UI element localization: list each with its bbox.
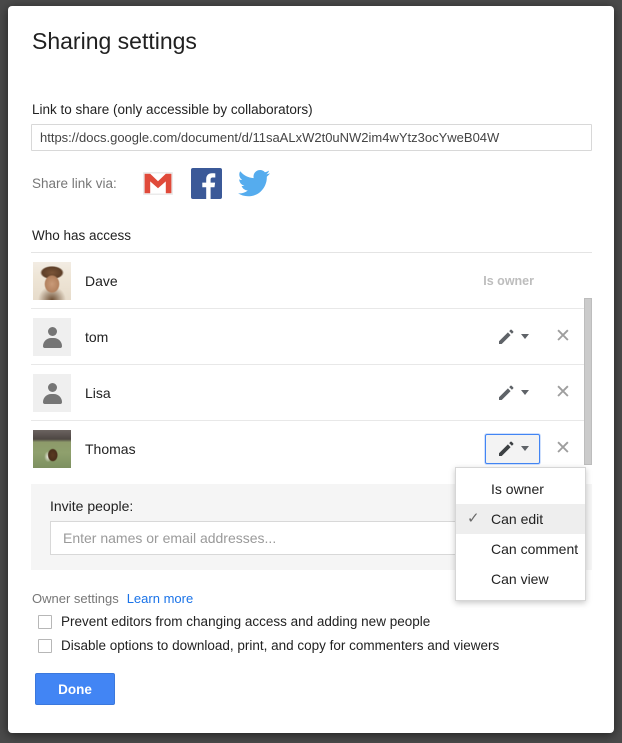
prevent-editors-checkbox[interactable] xyxy=(38,614,52,629)
permission-dropdown-button[interactable] xyxy=(485,378,540,408)
who-has-access-label: Who has access xyxy=(32,228,132,243)
table-row: Lisa ✕ xyxy=(31,365,592,421)
chevron-down-icon xyxy=(520,334,529,339)
collaborator-name: Lisa xyxy=(85,384,111,401)
social-share-buttons xyxy=(141,166,271,200)
chevron-down-icon xyxy=(520,390,529,395)
facebook-icon[interactable] xyxy=(189,166,223,200)
check-icon: ✓ xyxy=(467,510,480,527)
page-title: Sharing settings xyxy=(32,28,197,54)
owner-settings-row: Owner settings Learn more xyxy=(32,591,193,606)
access-list-container: Dave Is owner tom ✕ Lisa ✕ Thomas ✕ xyxy=(31,252,592,474)
remove-collaborator-button[interactable]: ✕ xyxy=(546,432,580,466)
pencil-icon xyxy=(498,385,513,400)
table-row: Dave Is owner xyxy=(31,253,592,309)
permission-dropdown-button[interactable] xyxy=(485,322,540,352)
menu-item-can-comment[interactable]: Can comment xyxy=(456,534,585,564)
menu-item-label: Can edit xyxy=(491,511,544,527)
link-to-share-label: Link to share (only accessible by collab… xyxy=(32,102,313,117)
avatar xyxy=(33,373,71,412)
menu-item-is-owner[interactable]: Is owner xyxy=(456,474,585,504)
menu-item-label: Is owner xyxy=(491,481,544,497)
gmail-icon[interactable] xyxy=(141,166,175,200)
table-row: tom ✕ xyxy=(31,309,592,365)
owner-setting-checkbox-row-1: Prevent editors from changing access and… xyxy=(38,614,430,629)
prevent-editors-label: Prevent editors from changing access and… xyxy=(61,614,431,629)
scrollbar-track[interactable] xyxy=(584,253,592,474)
scrollbar-thumb[interactable] xyxy=(584,298,592,465)
menu-item-label: Can view xyxy=(491,571,549,587)
owner-setting-checkbox-row-2: Disable options to download, print, and … xyxy=(38,638,499,653)
collaborator-name: tom xyxy=(85,328,109,345)
share-link-via-label: Share link via: xyxy=(32,176,117,191)
collaborator-name: Dave xyxy=(85,272,118,289)
avatar xyxy=(33,429,71,468)
status-badge: Is owner xyxy=(483,273,534,288)
disable-download-label: Disable options to download, print, and … xyxy=(61,638,500,653)
chevron-down-icon xyxy=(520,446,529,451)
learn-more-link[interactable]: Learn more xyxy=(127,591,193,606)
avatar xyxy=(33,317,71,356)
menu-item-can-edit[interactable]: ✓ Can edit xyxy=(456,504,585,534)
pencil-icon xyxy=(498,329,513,344)
done-button[interactable]: Done xyxy=(35,673,115,705)
remove-collaborator-button[interactable]: ✕ xyxy=(546,376,580,410)
remove-collaborator-button[interactable]: ✕ xyxy=(546,320,580,354)
permission-dropdown-button-active[interactable] xyxy=(485,433,540,464)
invite-people-label: Invite people: xyxy=(50,498,134,514)
permission-menu: Is owner ✓ Can edit Can comment Can view xyxy=(455,467,586,601)
avatar xyxy=(33,261,71,300)
disable-download-checkbox[interactable] xyxy=(38,638,52,653)
owner-settings-label: Owner settings xyxy=(32,591,119,606)
twitter-icon[interactable] xyxy=(237,166,271,200)
menu-item-label: Can comment xyxy=(491,541,579,557)
access-list: Dave Is owner tom ✕ Lisa ✕ Thomas ✕ xyxy=(31,253,592,474)
share-link-input[interactable] xyxy=(31,124,592,151)
sharing-settings-dialog: Sharing settings Link to share (only acc… xyxy=(8,6,614,733)
menu-item-can-view[interactable]: Can view xyxy=(456,564,585,594)
collaborator-name: Thomas xyxy=(85,440,136,457)
pencil-icon xyxy=(498,441,513,456)
